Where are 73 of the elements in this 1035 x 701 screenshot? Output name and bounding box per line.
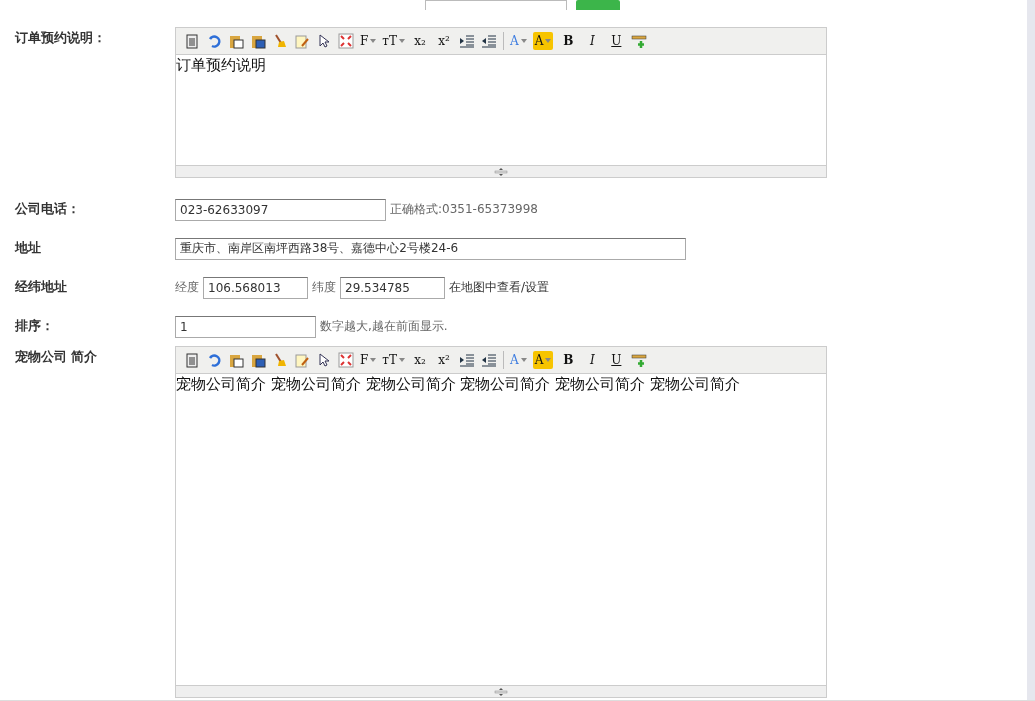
rich-text-editor[interactable]: F тT x₂ x² A A B I U 宠物公司简介 宠物公司简介 宠物公司简介 宠物公司简介 宠物公司简介 宠物公司简介 (175, 346, 827, 698)
bold-button[interactable]: B (559, 351, 578, 369)
latitude-label: 纬度 (312, 279, 336, 296)
caret-icon (399, 39, 405, 43)
font-family-button[interactable]: F (360, 32, 377, 50)
superscript-button[interactable]: x² (435, 32, 453, 50)
text-field[interactable]: 1 (175, 315, 316, 338)
paste-word-icon[interactable] (250, 33, 266, 49)
broom-icon[interactable] (272, 352, 288, 368)
caret-icon (520, 39, 527, 43)
font-size-button[interactable]: тT (382, 32, 405, 50)
resize-icon[interactable] (494, 687, 508, 696)
caret-icon (520, 358, 527, 362)
resize-icon[interactable] (494, 167, 508, 176)
italic-button[interactable]: I (583, 32, 602, 50)
caret-icon (545, 358, 552, 362)
caret-icon (370, 39, 377, 43)
text-field[interactable]: 重庆市、南岸区南坪西路38号、嘉德中心2号楼24-6 (175, 237, 686, 260)
font-family-button[interactable]: F (360, 351, 377, 369)
highlight-button[interactable]: A (532, 32, 554, 50)
scrollbar[interactable] (1027, 0, 1035, 700)
fullscreen-icon[interactable] (338, 33, 354, 49)
insert-line-icon[interactable] (631, 352, 648, 368)
caret-icon (399, 358, 405, 362)
paste-icon[interactable] (228, 352, 244, 368)
editor-text: 订单预约说明 (176, 56, 266, 74)
map-link[interactable]: 在地图中查看/设置 (449, 279, 550, 296)
cursor-icon[interactable] (316, 352, 332, 368)
italic-button[interactable]: I (583, 351, 602, 369)
field-label: 订单预约说明： (15, 29, 107, 47)
subscript-button[interactable]: x₂ (411, 351, 429, 369)
outdent-icon[interactable] (481, 352, 497, 368)
resize-handle[interactable] (176, 685, 826, 697)
subscript-button[interactable]: x₂ (411, 32, 429, 50)
fullscreen-icon[interactable] (338, 352, 354, 368)
longitude-label: 经度 (175, 279, 199, 296)
undo-icon[interactable] (206, 33, 222, 49)
edit-note-icon[interactable] (294, 352, 310, 368)
text-field[interactable]: 023-62633097 (175, 198, 386, 221)
field-label: 排序： (15, 318, 55, 335)
highlight-button[interactable]: A (532, 351, 554, 369)
editor-text: 宠物公司简介 宠物公司简介 宠物公司简介 宠物公司简介 宠物公司简介 宠物公司简介 (176, 375, 740, 393)
hint-text: 正确格式:0351-65373998 (390, 201, 538, 218)
indent-icon[interactable] (459, 33, 475, 49)
font-color-button[interactable]: A (510, 351, 527, 369)
resize-handle[interactable] (176, 165, 826, 177)
rich-text-editor[interactable]: F тT x₂ x² A A B I U 订单预约说明 (175, 27, 827, 178)
caret-icon (370, 358, 377, 362)
underline-button[interactable]: U (607, 32, 626, 50)
cursor-icon[interactable] (316, 33, 332, 49)
paste-word-icon[interactable] (250, 352, 266, 368)
font-color-button[interactable]: A (510, 32, 527, 50)
insert-line-icon[interactable] (631, 33, 648, 49)
paste-text-icon[interactable] (184, 33, 200, 49)
field-label: 经纬地址 (15, 279, 68, 296)
longitude-field[interactable]: 106.568013 (203, 276, 308, 299)
underline-button[interactable]: U (607, 351, 626, 369)
caret-icon (545, 39, 552, 43)
superscript-button[interactable]: x² (435, 351, 453, 369)
field-label: 公司电话： (15, 201, 81, 218)
edit-note-icon[interactable] (294, 33, 310, 49)
undo-icon[interactable] (206, 352, 222, 368)
font-size-button[interactable]: тT (382, 351, 405, 369)
broom-icon[interactable] (272, 33, 288, 49)
bold-button[interactable]: B (559, 32, 578, 50)
field-label: 地址 (15, 240, 42, 257)
paste-icon[interactable] (228, 33, 244, 49)
indent-icon[interactable] (459, 352, 475, 368)
paste-text-icon[interactable] (184, 352, 200, 368)
outdent-icon[interactable] (481, 33, 497, 49)
field-label: 宠物公司 简介 (15, 348, 99, 366)
hint-text: 数字越大,越在前面显示. (320, 318, 448, 335)
latitude-field[interactable]: 29.534785 (340, 276, 445, 299)
